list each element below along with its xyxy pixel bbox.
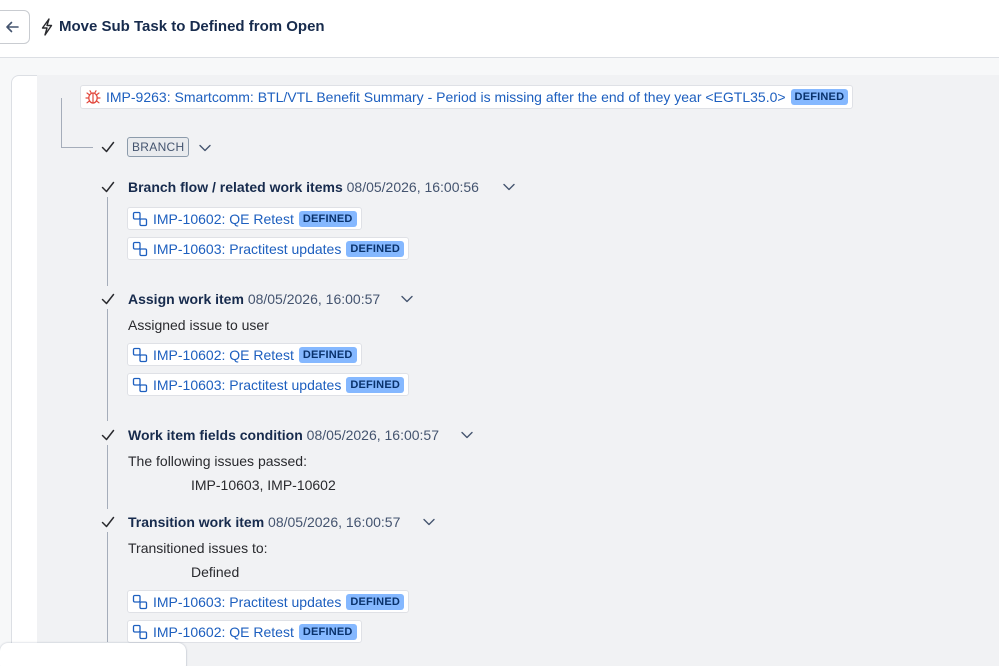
- check-icon: [101, 516, 115, 528]
- trigger-issue-link[interactable]: IMP-9263: Smartcomm: BTL/VTL Benefit Sum…: [106, 89, 786, 105]
- step-timestamp: 08/05/2026, 16:00:57: [306, 427, 439, 443]
- step-sub-detail: IMP-10603, IMP-10602: [191, 477, 336, 493]
- status-badge: DEFINED: [298, 210, 357, 227]
- step-title: Branch flow / related work items: [128, 179, 343, 195]
- check-icon: [101, 293, 115, 305]
- subtask-icon: [132, 377, 148, 392]
- step-title: Work item fields condition: [128, 427, 303, 443]
- step-header: Branch flow / related work items 08/05/2…: [128, 178, 479, 196]
- check-icon: [101, 429, 115, 441]
- step-sub-detail: Defined: [191, 564, 240, 580]
- step-detail: Transitioned issues to:: [128, 540, 268, 556]
- check-icon: [101, 181, 115, 193]
- chevron-down-icon[interactable]: [198, 141, 212, 155]
- branch-label: BRANCH: [127, 137, 190, 157]
- step-timestamp: 08/05/2026, 16:00:57: [247, 291, 381, 307]
- chevron-down-icon[interactable]: [422, 515, 436, 529]
- step-header: Work item fields condition 08/05/2026, 1…: [128, 426, 439, 444]
- execution-tree: [37, 75, 999, 666]
- issue-chip[interactable]: IMP-10603: Practitest updates DEFINED: [127, 373, 410, 396]
- tree-connector: [107, 197, 108, 286]
- page-title: Move Sub Task to Defined from Open: [59, 18, 325, 35]
- step-title: Transition work item: [128, 514, 265, 530]
- chevron-down-icon[interactable]: [400, 292, 414, 306]
- subtask-icon: [132, 211, 148, 226]
- subtask-icon: [132, 594, 148, 609]
- status-badge: DEFINED: [346, 376, 405, 393]
- subtask-icon: [132, 347, 148, 362]
- tree-connector: [107, 532, 108, 642]
- issue-link[interactable]: IMP-10602: QE Retest: [153, 211, 294, 227]
- issue-chip[interactable]: IMP-10603: Practitest updates DEFINED: [127, 237, 410, 260]
- back-button[interactable]: [0, 10, 30, 44]
- issue-link[interactable]: IMP-10602: QE Retest: [153, 624, 294, 640]
- subtask-icon: [132, 624, 148, 639]
- check-icon: [101, 141, 115, 153]
- step-timestamp: 08/05/2026, 16:00:56: [346, 179, 479, 195]
- issue-chip[interactable]: IMP-10602: QE Retest DEFINED: [127, 207, 362, 230]
- step-header: Transition work item 08/05/2026, 16:00:5…: [128, 513, 400, 531]
- chevron-down-icon[interactable]: [502, 180, 516, 194]
- lightning-bolt-icon: [41, 18, 53, 36]
- issue-link[interactable]: IMP-10603: Practitest updates: [153, 594, 341, 610]
- status-badge: DEFINED: [346, 240, 405, 257]
- step-detail: The following issues passed:: [128, 453, 307, 469]
- step-title: Assign work item: [128, 291, 244, 307]
- bug-icon: [85, 90, 101, 104]
- issue-chip[interactable]: IMP-10602: QE Retest DEFINED: [127, 343, 362, 366]
- tree-connector: [61, 147, 93, 148]
- tree-connector: [107, 309, 108, 421]
- issue-link[interactable]: IMP-10602: QE Retest: [153, 347, 294, 363]
- status-badge: DEFINED: [346, 593, 405, 610]
- step-header: Assign work item 08/05/2026, 16:00:57: [128, 290, 380, 308]
- status-badge: DEFINED: [790, 89, 849, 105]
- issue-chip[interactable]: IMP-10603: Practitest updates DEFINED: [127, 590, 410, 613]
- floating-card: [0, 643, 186, 666]
- trigger-issue-chip[interactable]: IMP-9263: Smartcomm: BTL/VTL Benefit Sum…: [80, 85, 854, 109]
- tree-connector: [61, 98, 62, 147]
- arrow-left-icon: [6, 21, 19, 33]
- issue-link[interactable]: IMP-10603: Practitest updates: [153, 377, 341, 393]
- status-badge: DEFINED: [298, 623, 357, 640]
- page-header: Move Sub Task to Defined from Open: [0, 0, 999, 58]
- subtask-icon: [132, 241, 148, 256]
- tree-connector: [107, 445, 108, 509]
- chevron-down-icon[interactable]: [460, 428, 474, 442]
- issue-chip[interactable]: IMP-10602: QE Retest DEFINED: [127, 620, 362, 643]
- step-timestamp: 08/05/2026, 16:00:57: [268, 514, 401, 530]
- status-badge: DEFINED: [298, 346, 357, 363]
- issue-link[interactable]: IMP-10603: Practitest updates: [153, 241, 341, 257]
- step-detail: Assigned issue to user: [128, 317, 269, 333]
